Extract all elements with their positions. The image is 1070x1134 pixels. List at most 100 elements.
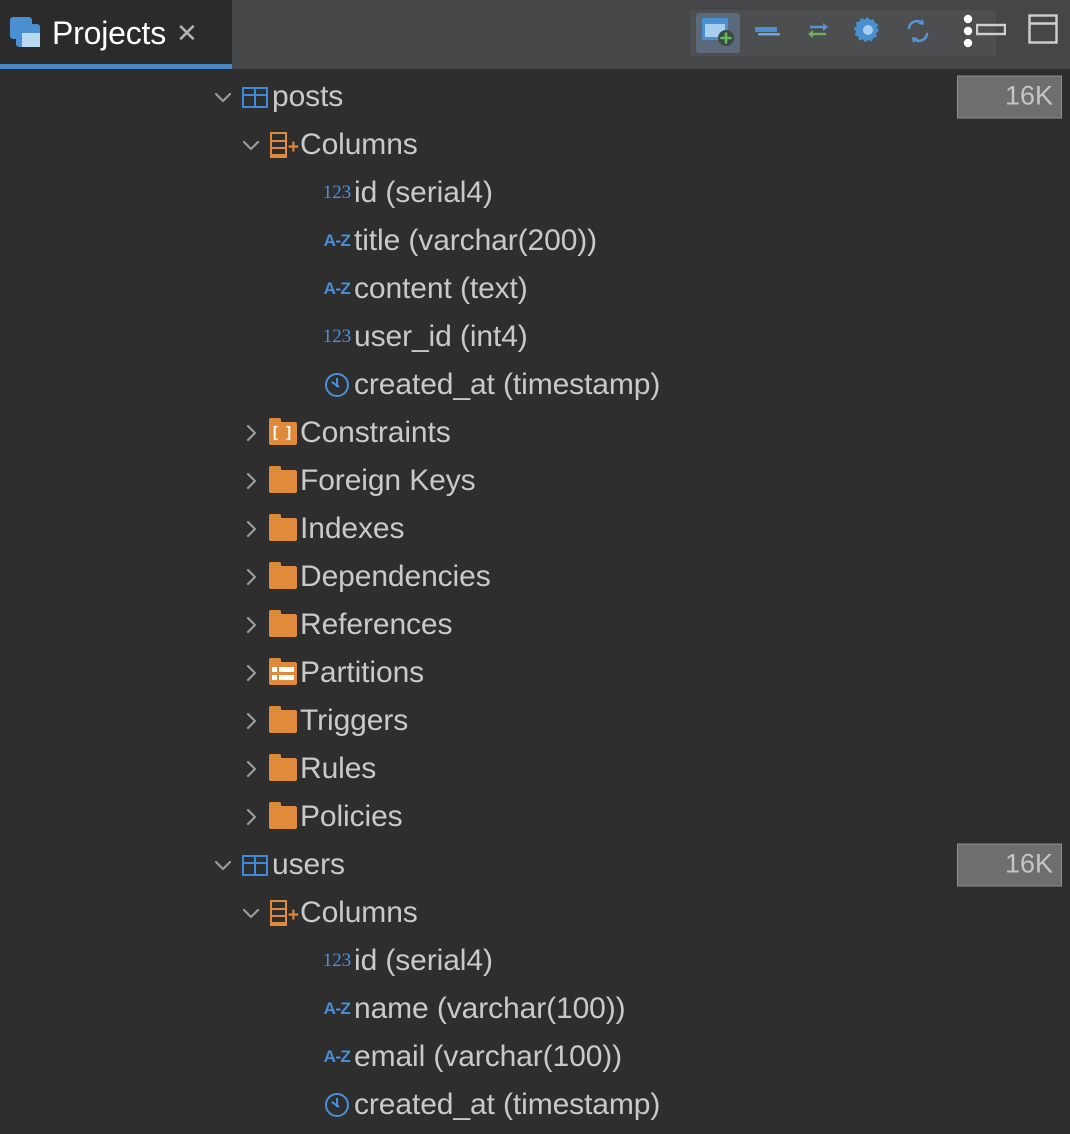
numeric-icon: 123 — [322, 182, 352, 203]
row-icon — [266, 457, 300, 505]
tree-row[interactable]: Triggers — [0, 697, 1070, 745]
tree-row[interactable]: 123 id (serial4) — [0, 169, 1070, 217]
chevron-right-icon[interactable] — [236, 553, 266, 601]
tree-row-label: Foreign Keys — [300, 464, 476, 497]
window-controls — [972, 12, 1062, 50]
bidirectional-arrows-icon — [802, 17, 834, 50]
window-layout-icon — [1028, 13, 1058, 49]
tree-row-label: user_id (int4) — [354, 320, 528, 353]
text-icon: A-Z — [323, 1047, 351, 1066]
tree-row[interactable]: created_at (timestamp) — [0, 361, 1070, 409]
chevron-right-icon[interactable] — [236, 409, 266, 457]
timestamp-icon — [325, 1093, 349, 1117]
database-tree[interactable]: posts 16K + Columns 123 id (serial4) A-Z title … — [0, 69, 1070, 1134]
folder-icon — [269, 561, 297, 589]
tree-row-label: Policies — [300, 800, 403, 833]
chevron-right-icon[interactable] — [236, 697, 266, 745]
tree-row[interactable]: Foreign Keys — [0, 457, 1070, 505]
tree-row-label: email (varchar(100)) — [354, 1040, 623, 1073]
tree-row[interactable]: Dependencies — [0, 553, 1070, 601]
minimize-icon — [975, 21, 1007, 42]
row-icon: 123 — [320, 169, 354, 217]
tree-row[interactable]: Rules — [0, 745, 1070, 793]
tree-row[interactable]: A-Z name (varchar(100)) — [0, 985, 1070, 1033]
tool-window-header: Projects ✕ — [0, 0, 1070, 69]
folder-icon — [269, 753, 297, 781]
tree-row[interactable]: A-Z title (varchar(200)) — [0, 217, 1070, 265]
chevron-right-icon[interactable] — [236, 793, 266, 841]
tree-row-label: Partitions — [300, 656, 425, 689]
text-icon: A-Z — [323, 231, 351, 250]
tree-row[interactable]: + Columns — [0, 121, 1070, 169]
text-icon: A-Z — [323, 279, 351, 298]
tree-row-label: content (text) — [354, 272, 528, 305]
tree-row[interactable]: posts 16K — [0, 73, 1070, 121]
tree-row-label: posts — [272, 80, 344, 113]
row-icon: + — [266, 121, 300, 169]
tree-row-label: name (varchar(100)) — [354, 992, 626, 1025]
tree-row[interactable]: 123 id (serial4) — [0, 937, 1070, 985]
row-icon: A-Z — [320, 1033, 354, 1081]
table-icon — [242, 854, 268, 876]
tool-window-toolbar — [690, 10, 996, 56]
tree-row[interactable]: + Columns — [0, 889, 1070, 937]
tree-row[interactable]: A-Z content (text) — [0, 265, 1070, 313]
refresh-button[interactable] — [896, 13, 940, 53]
numeric-icon: 123 — [322, 326, 352, 347]
folder-icon — [269, 609, 297, 637]
collapse-all-button[interactable] — [746, 13, 790, 53]
tree-row[interactable]: created_at (timestamp) — [0, 1081, 1070, 1129]
row-icon — [320, 1081, 354, 1129]
row-icon: A-Z — [320, 985, 354, 1033]
new-data-source-button[interactable] — [696, 13, 740, 53]
synchronize-arrows-button[interactable] — [796, 13, 840, 53]
size-badge: 16K — [957, 75, 1062, 119]
row-icon: A-Z — [320, 217, 354, 265]
refresh-icon — [902, 16, 934, 51]
tree-row[interactable]: Policies — [0, 793, 1070, 841]
row-icon — [238, 73, 272, 121]
settings-button[interactable] — [846, 13, 890, 53]
text-icon: A-Z — [323, 999, 351, 1018]
row-icon: [ ] — [266, 409, 300, 457]
chevron-right-icon[interactable] — [236, 601, 266, 649]
row-icon — [320, 361, 354, 409]
restore-layout-button[interactable] — [1024, 12, 1062, 50]
minimize-button[interactable] — [972, 12, 1010, 50]
chevron-down-icon[interactable] — [208, 841, 238, 889]
tree-row[interactable]: A-Z email (varchar(100)) — [0, 1033, 1070, 1081]
timestamp-icon — [325, 373, 349, 397]
tree-row[interactable]: Partitions — [0, 649, 1070, 697]
tree-row-label: Columns — [300, 128, 418, 161]
tree-row-label: id (serial4) — [354, 944, 493, 977]
chevron-down-icon[interactable] — [208, 73, 238, 121]
chevron-right-icon[interactable] — [236, 505, 266, 553]
row-icon — [266, 745, 300, 793]
numeric-icon: 123 — [322, 950, 352, 971]
folder-icon — [269, 705, 297, 733]
tree-row[interactable]: users 16K — [0, 841, 1070, 889]
columns-icon: + — [268, 900, 299, 926]
folder-icon — [269, 465, 297, 493]
constraints-icon: [ ] — [269, 417, 297, 445]
tree-row[interactable]: 123 user_id (int4) — [0, 313, 1070, 361]
tree-row[interactable]: References — [0, 601, 1070, 649]
table-icon — [242, 86, 268, 108]
tab-label: Projects — [52, 14, 166, 51]
tree-row-label: created_at (timestamp) — [354, 1088, 661, 1121]
row-icon — [238, 841, 272, 889]
row-icon: + — [266, 889, 300, 937]
chevron-right-icon[interactable] — [236, 745, 266, 793]
tab-projects[interactable]: Projects ✕ — [0, 0, 232, 69]
tree-row-label: References — [300, 608, 453, 641]
tree-row[interactable]: Indexes — [0, 505, 1070, 553]
close-icon[interactable]: ✕ — [176, 20, 198, 46]
chevron-right-icon[interactable] — [236, 457, 266, 505]
chevron-down-icon[interactable] — [236, 121, 266, 169]
chevron-right-icon[interactable] — [236, 649, 266, 697]
row-icon — [266, 649, 300, 697]
row-icon: 123 — [320, 313, 354, 361]
row-icon: 123 — [320, 937, 354, 985]
tree-row[interactable]: [ ] Constraints — [0, 409, 1070, 457]
chevron-down-icon[interactable] — [236, 889, 266, 937]
